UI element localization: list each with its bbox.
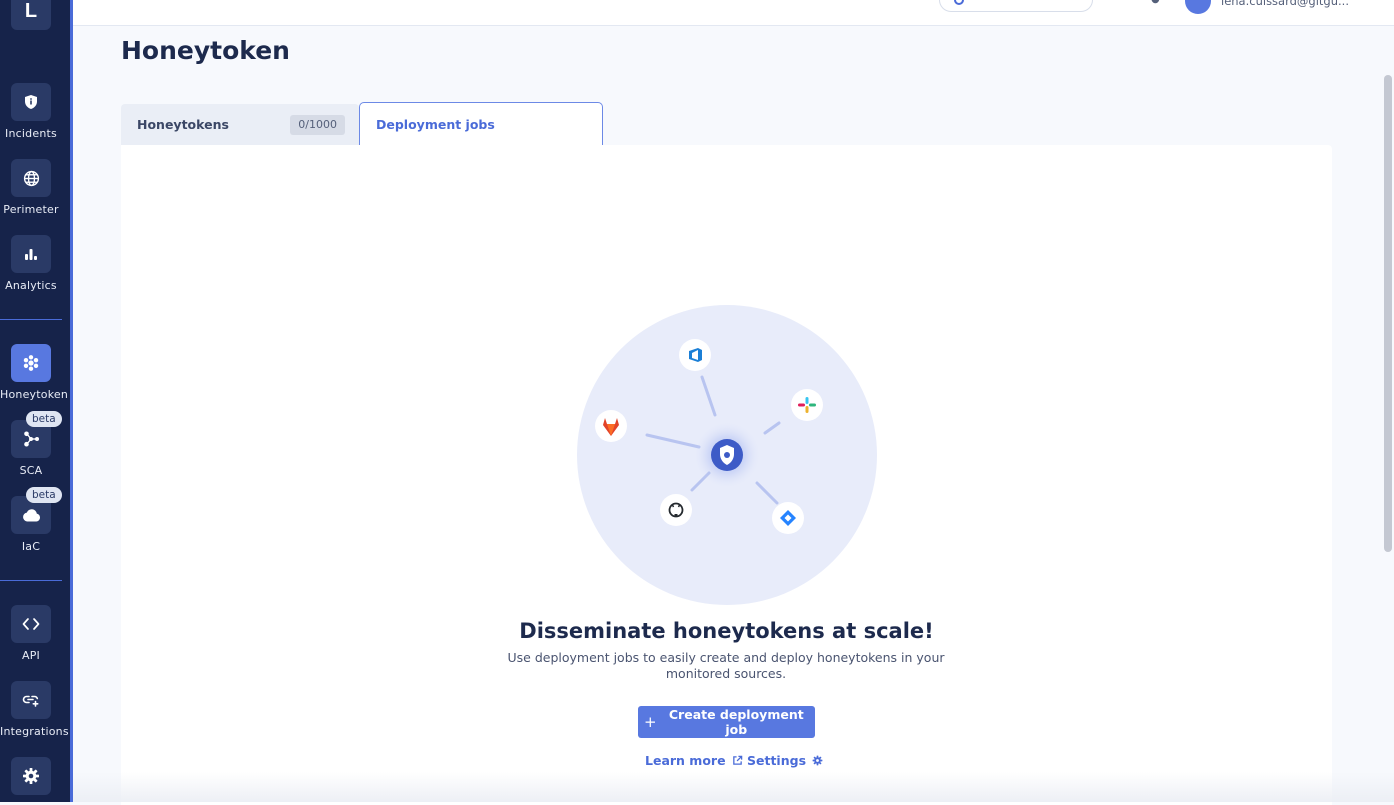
graph-nodes-icon [24,431,39,447]
sidebar-item-analytics[interactable]: Analytics [0,235,62,292]
avatar[interactable] [1185,0,1211,14]
settings-link[interactable]: Settings [747,753,823,768]
sidebar-button[interactable] [11,757,51,795]
tab-deployment-jobs[interactable]: Deployment jobs [359,102,603,145]
beta-badge: beta [26,487,62,503]
shield-icon [25,95,37,109]
search-input[interactable] [939,0,1093,12]
sidebar-item-sca[interactable]: beta SCA [0,411,62,477]
tab-honeytokens[interactable]: Honeytokens 0/1000 [121,104,359,145]
honeytokens-count-badge: 0/1000 [290,115,345,135]
sidebar-divider [0,580,62,581]
scrollbar-thumb[interactable] [1384,75,1392,552]
bar-chart-icon [25,249,37,260]
code-brackets-icon [22,618,40,630]
search-icon [954,0,964,5]
sidebar-item-label: IaC [21,540,41,553]
link-label: Settings [747,753,807,768]
workspace-logo[interactable]: L [11,0,51,30]
gear-icon [812,755,823,766]
page-title: Honeytoken [121,36,290,65]
honeycomb-icon [23,355,39,371]
tab-label: Honeytokens [137,117,229,132]
bottom-fade [73,772,1394,802]
page-scrollbar[interactable] [1382,25,1394,802]
external-link-icon [732,755,742,765]
sidebar-item-label: SCA [19,464,43,477]
sidebar-item-iac[interactable]: beta IaC [0,487,62,553]
gitguardian-logo-icon [711,439,743,471]
link-plus-icon [22,695,39,707]
sidebar-item-label: Perimeter [3,203,59,216]
deployment-illustration [577,305,877,605]
bell-icon[interactable]: ● [1151,0,1160,5]
sidebar-button[interactable] [11,681,51,719]
sidebar-item-label: Analytics [5,279,57,292]
gitlab-icon [595,410,627,442]
sidebar-button[interactable] [11,159,51,197]
beta-badge: beta [26,411,62,427]
slack-icon [791,389,823,421]
top-bar: ● lena.cuissard@gitgu... [73,0,1394,26]
empty-state-title: Disseminate honeytokens at scale! [519,619,934,643]
sidebar-item-settings[interactable] [0,757,62,795]
user-email[interactable]: lena.cuissard@gitgu... [1221,0,1349,8]
create-deployment-job-button[interactable]: + Create deployment job [638,706,815,738]
empty-state-description: Use deployment jobs to easily create and… [507,650,945,681]
sidebar-item-label: Incidents [5,127,57,140]
sidebar-item-honeytoken[interactable]: Honeytoken [0,344,69,401]
sidebar-item-perimeter[interactable]: Perimeter [0,159,62,216]
cloud-icon [22,509,40,522]
sidebar-button[interactable] [11,83,51,121]
gear-icon [23,768,39,784]
tab-label: Deployment jobs [376,116,495,132]
sidebar-divider [0,319,62,320]
learn-more-link[interactable]: Learn more [645,753,743,768]
sidebar-item-label: API [21,649,40,662]
sidebar-button[interactable] [11,605,51,643]
button-label: Create deployment job [668,707,804,737]
sidebar-button[interactable] [11,344,51,382]
sidebar-item-api[interactable]: API [0,605,62,662]
azure-devops-icon [679,339,711,371]
globe-icon [23,170,39,186]
sidebar-item-label: Integrations [0,725,69,738]
link-label: Learn more [645,753,726,768]
sidebar-button[interactable] [11,235,51,273]
sidebar-item-incidents[interactable]: Incidents [0,83,62,140]
sidebar-item-integrations[interactable]: Integrations [0,681,69,738]
sidebar: L Incidents Perimeter Analytics Honeytok… [0,0,73,802]
github-icon [660,494,692,526]
jira-icon [772,502,804,534]
sidebar-item-label: Honeytoken [0,388,69,401]
plus-icon: + [644,712,657,731]
